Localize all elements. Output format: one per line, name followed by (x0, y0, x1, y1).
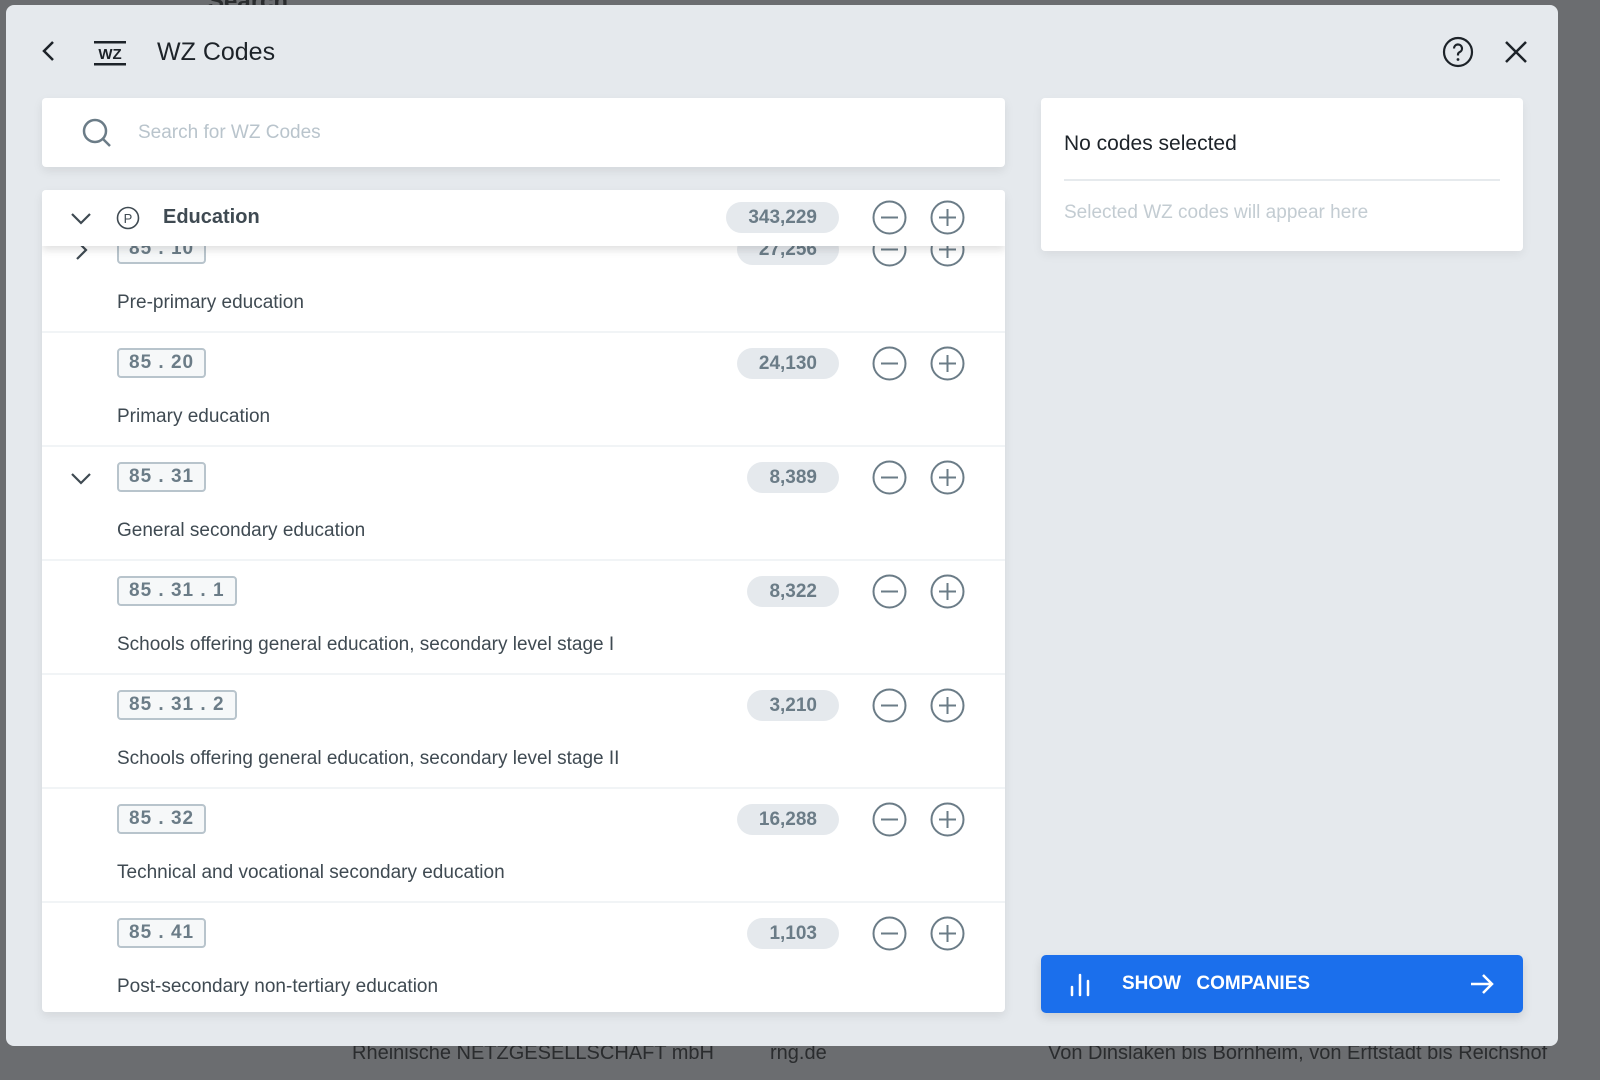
svg-text:WZ: WZ (98, 46, 121, 63)
code-description: Schools offering general education, seco… (117, 748, 620, 769)
search-box (42, 98, 1005, 167)
arrow-right-icon (1471, 974, 1494, 994)
code-row[interactable]: 85 . 31 8,389 General secondary educatio… (42, 447, 1005, 561)
code-description: Technical and vocational secondary educa… (117, 862, 505, 883)
code-row[interactable]: 85 . 31 . 2 3,210 Schools offering gener… (42, 675, 1005, 789)
code-description: Schools offering general education, seco… (117, 634, 615, 655)
code-rows: 85 . 10 27,256 Pre-primary education 85 … (42, 219, 1005, 1012)
code-description: Primary education (117, 406, 271, 427)
back-icon[interactable] (36, 37, 64, 65)
code-row[interactable]: 85 . 41 1,103 Post-secondary non-tertiar… (42, 903, 1005, 1012)
minus-circle-icon[interactable] (872, 346, 907, 381)
group-header-education[interactable]: P Education 343,229 (42, 190, 1005, 246)
show-companies-label: SHOW COMPANIES (1122, 973, 1311, 994)
minus-circle-icon[interactable] (872, 688, 907, 723)
selected-codes-title: No codes selected (1064, 132, 1237, 155)
code-description: Post-secondary non-tertiary education (117, 976, 439, 997)
minus-circle-icon[interactable] (872, 200, 907, 235)
group-count: 343,229 (726, 202, 839, 233)
code-badge: 85 . 20 (117, 348, 207, 378)
plus-circle-icon[interactable] (930, 200, 965, 235)
group-badge: P (124, 211, 133, 226)
code-count: 3,210 (747, 690, 839, 721)
search-input[interactable] (138, 116, 958, 150)
code-badge: 85 . 31 (117, 462, 207, 492)
selected-codes-panel: No codes selected Selected WZ codes will… (1041, 98, 1523, 251)
plus-circle-icon[interactable] (930, 802, 965, 837)
code-count: 1,103 (747, 918, 839, 949)
divider (1064, 179, 1500, 181)
code-count: 16,288 (736, 804, 839, 835)
modal-title: WZ Codes (157, 38, 276, 66)
help-circle-icon[interactable] (1442, 36, 1474, 68)
plus-circle-icon[interactable] (930, 916, 965, 951)
group-label: Education (163, 206, 260, 228)
code-count: 8,322 (747, 576, 839, 607)
plus-circle-icon[interactable] (930, 346, 965, 381)
bar-chart-icon (1070, 973, 1090, 997)
minus-circle-icon[interactable] (872, 574, 907, 609)
plus-circle-icon[interactable] (930, 688, 965, 723)
code-count: 24,130 (736, 348, 839, 379)
minus-circle-icon[interactable] (872, 916, 907, 951)
minus-circle-icon[interactable] (872, 802, 907, 837)
code-badge: 85 . 41 (117, 918, 207, 948)
selected-codes-placeholder: Selected WZ codes will appear here (1064, 202, 1369, 223)
close-icon[interactable] (1502, 38, 1530, 66)
chevron-down-icon[interactable] (70, 467, 92, 489)
plus-circle-icon[interactable] (930, 460, 965, 495)
plus-circle-icon[interactable] (930, 574, 965, 609)
wz-logo: WZ (94, 41, 126, 66)
code-row[interactable]: 85 . 31 . 1 8,322 Schools offering gener… (42, 561, 1005, 675)
wz-code-list[interactable]: P Education 343,229 85 . 10 27,256 Pre-p… (42, 190, 1005, 1012)
wz-codes-modal: WZ WZ Codes P Education 343,229 85 . 10 … (6, 5, 1558, 1046)
code-row[interactable]: 85 . 32 16,288 Technical and vocational … (42, 789, 1005, 903)
code-count: 8,389 (747, 462, 839, 493)
code-description: Pre-primary education (117, 292, 304, 313)
code-description: General secondary education (117, 520, 366, 541)
minus-circle-icon[interactable] (872, 460, 907, 495)
code-badge: 85 . 32 (117, 804, 207, 834)
chevron-down-icon[interactable] (70, 207, 92, 229)
code-badge: 85 . 31 . 2 (117, 690, 237, 720)
show-companies-button[interactable]: SHOW COMPANIES (1041, 955, 1523, 1013)
search-icon (82, 118, 111, 147)
code-row[interactable]: 85 . 20 24,130 Primary education (42, 333, 1005, 447)
p-circle-icon: P (116, 206, 140, 230)
code-badge: 85 . 31 . 1 (117, 576, 237, 606)
